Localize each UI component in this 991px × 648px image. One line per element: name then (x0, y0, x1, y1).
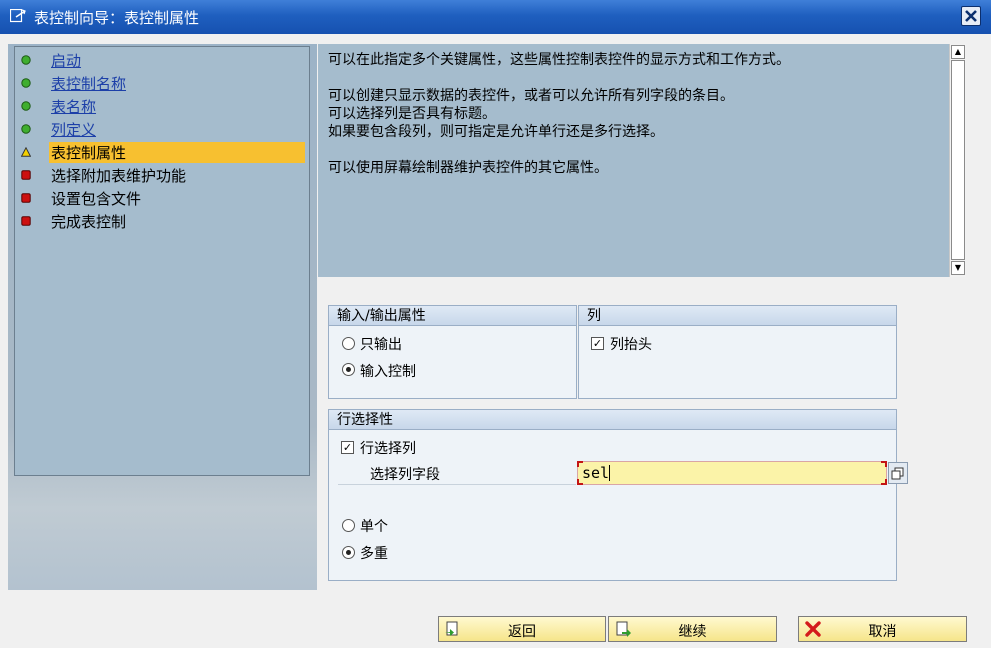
step-label: 设置包含文件 (51, 190, 142, 208)
select-column-field-label: 选择列字段 (370, 467, 440, 483)
group-title: 行选择性 (329, 410, 896, 430)
group-title: 输入/输出属性 (329, 306, 576, 326)
group-title: 列 (579, 306, 896, 326)
column-header-label: 列抬头 (610, 337, 652, 353)
wizard-icon (10, 9, 26, 23)
back-button-label: 返回 (508, 624, 536, 640)
step-list: 启动 表控制名称 表名称 列定义 表控制属性 选择附加表维护功能 设置包含文件 … (14, 46, 310, 476)
red-lamp-icon (21, 216, 31, 226)
step-item-column-definition[interactable]: 列定义 (15, 118, 309, 140)
warning-triangle-icon (21, 147, 31, 157)
column-group: 列 ✓ 列抬头 (578, 305, 897, 399)
output-only-radio[interactable] (342, 337, 355, 350)
close-button[interactable] (961, 6, 981, 26)
description-scrollbar[interactable]: ▲ ▼ (949, 44, 966, 277)
output-only-label: 只输出 (360, 337, 402, 353)
window-title: 表控制向导：表控制属性 (34, 9, 200, 27)
green-lamp-icon (21, 78, 31, 88)
continue-button-label: 继续 (678, 624, 707, 640)
required-marker-icon (577, 461, 887, 485)
green-lamp-icon (21, 55, 31, 65)
row-select-column-checkbox[interactable]: ✓ (341, 441, 354, 454)
description-line: 如果要包含段列，则可指定是允许单行还是多行选择。 (328, 124, 664, 140)
step-label[interactable]: 表名称 (51, 96, 96, 117)
description-text: 可以在此指定多个关键属性，这些属性控制表控件的显示方式和工作方式。 可以创建只显… (318, 44, 949, 277)
back-button[interactable]: 返回 (438, 616, 606, 642)
description-line: 可以使用屏幕绘制器维护表控件的其它属性。 (328, 160, 608, 176)
multiple-label: 多重 (360, 546, 388, 562)
step-item-table-name[interactable]: 表名称 (15, 95, 309, 117)
field-label-underline (338, 484, 576, 485)
red-lamp-icon (21, 170, 31, 180)
red-lamp-icon (21, 193, 31, 203)
step-item-start[interactable]: 启动 (15, 49, 309, 71)
description-line: 可以创建只显示数据的表控件，或者可以允许所有列字段的条目。 (328, 88, 734, 104)
green-lamp-icon (21, 124, 31, 134)
step-label: 表控制属性 (49, 142, 305, 163)
input-control-radio[interactable] (342, 363, 355, 376)
column-header-checkbox[interactable]: ✓ (591, 337, 604, 350)
continue-button[interactable]: 继续 (608, 616, 777, 642)
title-bar: 表控制向导：表控制属性 (0, 0, 991, 34)
multiple-radio[interactable] (342, 546, 355, 559)
value-help-button[interactable] (888, 462, 908, 484)
step-item-include-files[interactable]: 设置包含文件 (15, 187, 309, 209)
step-item-table-control-name[interactable]: 表控制名称 (15, 72, 309, 94)
close-icon (965, 10, 977, 22)
step-label: 选择附加表维护功能 (51, 167, 187, 185)
cancel-button[interactable]: 取消 (798, 616, 967, 642)
input-control-label: 输入控制 (360, 364, 416, 380)
select-column-field-input[interactable]: sel (577, 461, 887, 485)
step-item-complete[interactable]: 完成表控制 (15, 210, 309, 232)
step-item-maintenance-functions[interactable]: 选择附加表维护功能 (15, 164, 309, 186)
step-label[interactable]: 启动 (51, 50, 81, 71)
row-selection-group: 行选择性 ✓ 行选择列 选择列字段 单个 多重 (328, 409, 897, 581)
cancel-button-label: 取消 (868, 624, 897, 640)
value-help-icon (891, 467, 904, 480)
single-label: 单个 (360, 519, 388, 535)
scroll-thumb[interactable] (951, 60, 965, 260)
description-line: 可以在此指定多个关键属性，这些属性控制表控件的显示方式和工作方式。 (328, 52, 790, 68)
row-select-column-label: 行选择列 (360, 441, 416, 457)
step-item-table-control-attributes[interactable]: 表控制属性 (15, 141, 309, 163)
green-lamp-icon (21, 101, 31, 111)
scroll-up-icon[interactable]: ▲ (951, 45, 965, 59)
step-label[interactable]: 列定义 (51, 119, 96, 140)
description-line: 可以选择列是否具有标题。 (328, 106, 496, 122)
step-label: 完成表控制 (51, 213, 127, 231)
single-radio[interactable] (342, 519, 355, 532)
step-label[interactable]: 表控制名称 (51, 73, 126, 94)
scroll-down-icon[interactable]: ▼ (951, 261, 965, 275)
io-attributes-group: 输入/输出属性 只输出 输入控制 (328, 305, 577, 399)
